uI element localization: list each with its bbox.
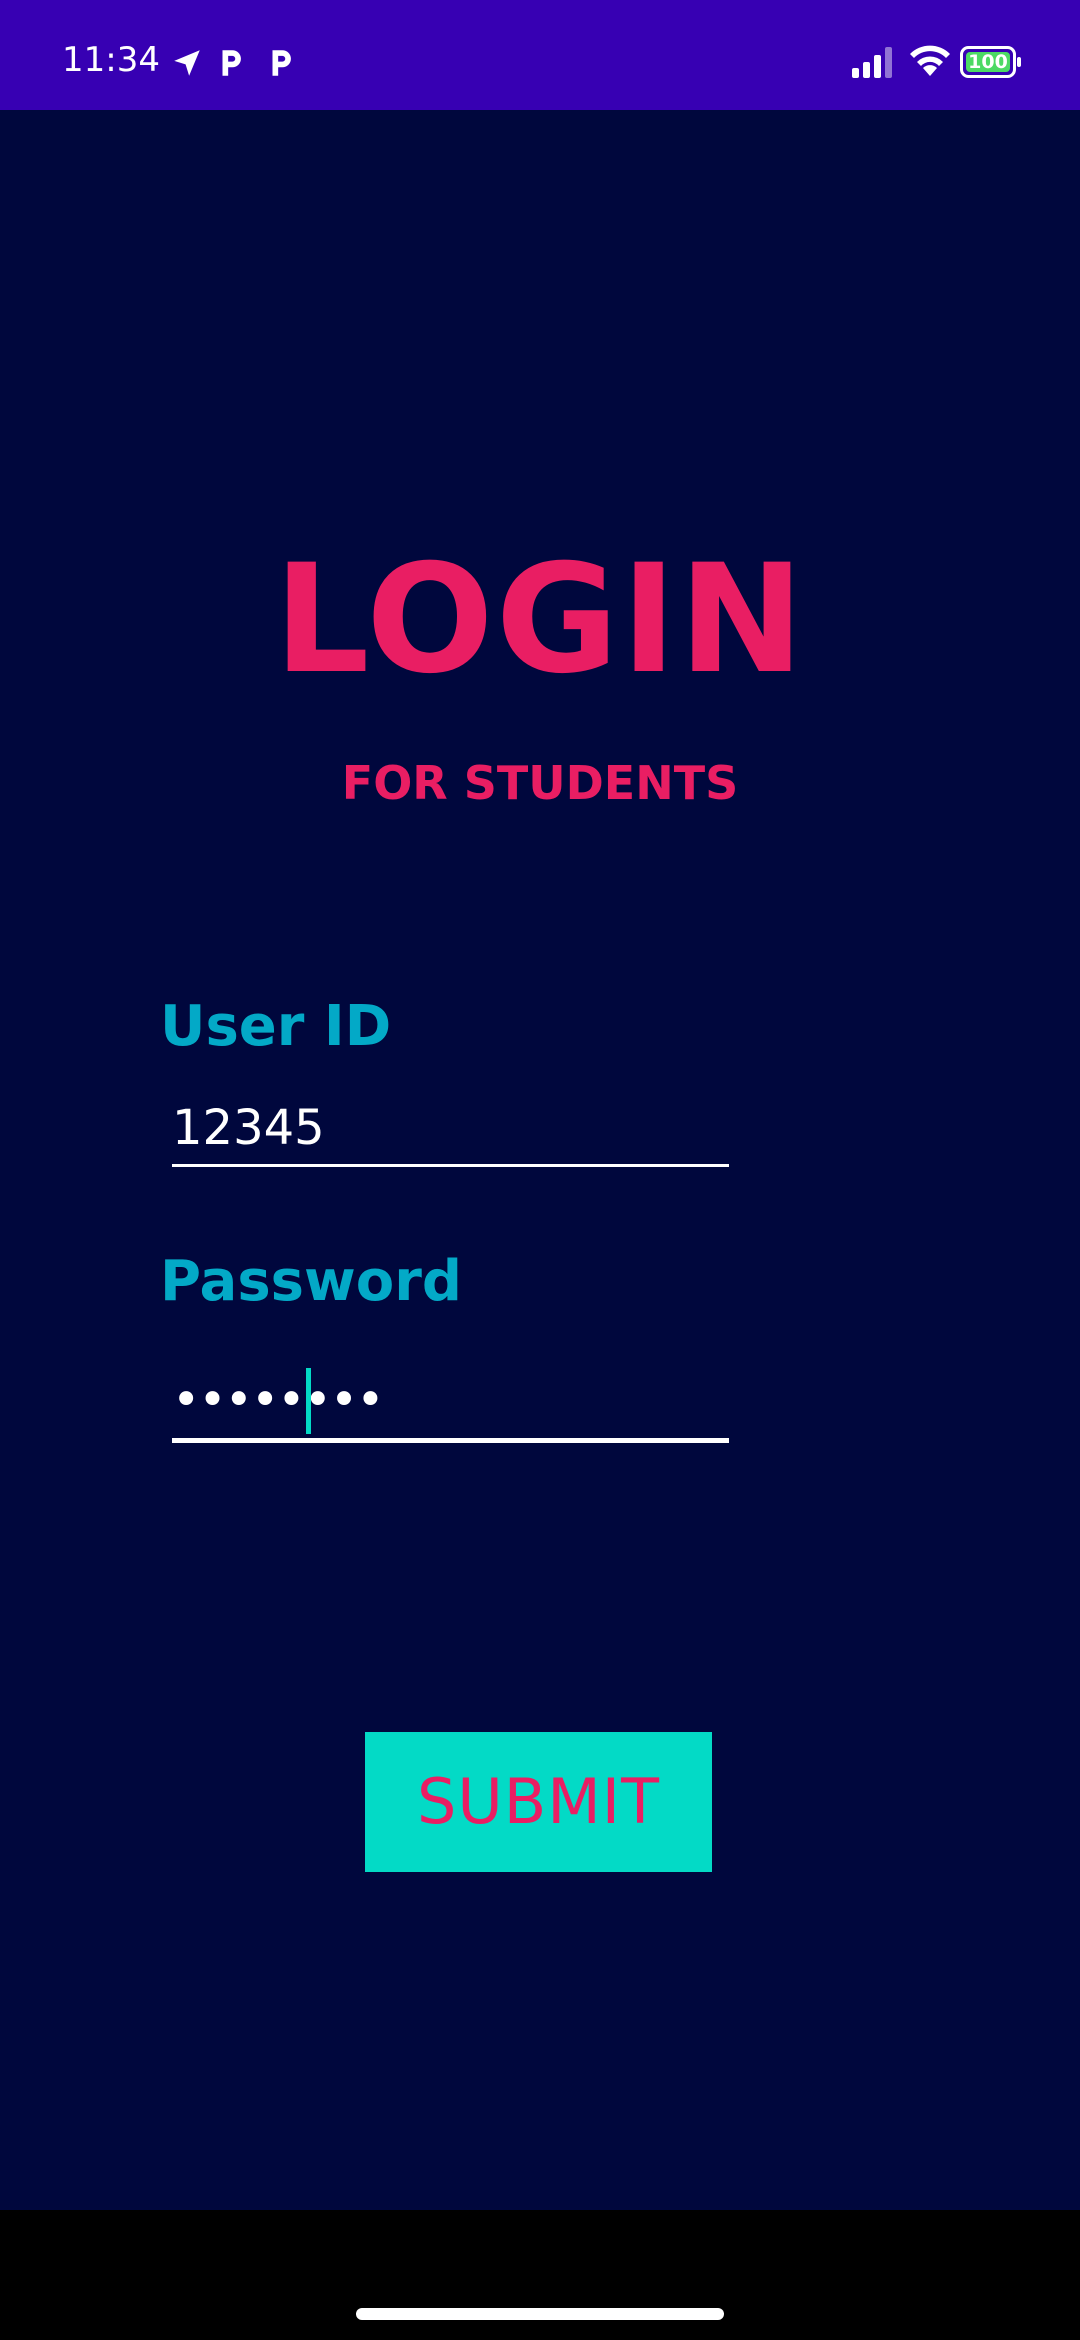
- app-screen: 11:34 100 LOGIN FOR STUDENTS User ID 123…: [0, 0, 1080, 2340]
- battery-level: 100: [968, 51, 1008, 73]
- navigation-bar: [0, 2210, 1080, 2340]
- home-indicator[interactable]: [356, 2308, 724, 2320]
- parking-p-icon: [222, 50, 241, 76]
- parking-p-icon: [272, 50, 291, 76]
- login-screen: LOGIN FOR STUDENTS User ID 12345 Passwor…: [0, 110, 1080, 2210]
- navigation-arrow-icon: [174, 50, 200, 76]
- status-bar: 11:34 100: [0, 0, 1080, 110]
- user-id-label: User ID: [160, 994, 392, 1059]
- password-input[interactable]: ••••••••: [172, 1372, 729, 1428]
- signal-bars-icon: [852, 47, 892, 78]
- text-cursor: [306, 1368, 311, 1434]
- page-subtitle: FOR STUDENTS: [341, 756, 739, 810]
- password-underline: [172, 1438, 729, 1443]
- user-id-input[interactable]: 12345: [172, 1100, 729, 1156]
- wifi-icon: [910, 45, 950, 76]
- submit-button[interactable]: SUBMIT: [365, 1732, 712, 1872]
- password-label: Password: [160, 1249, 462, 1314]
- user-id-underline: [172, 1164, 729, 1167]
- battery-icon: 100: [960, 46, 1022, 78]
- status-time: 11:34: [62, 40, 160, 80]
- page-title: LOGIN: [273, 533, 807, 707]
